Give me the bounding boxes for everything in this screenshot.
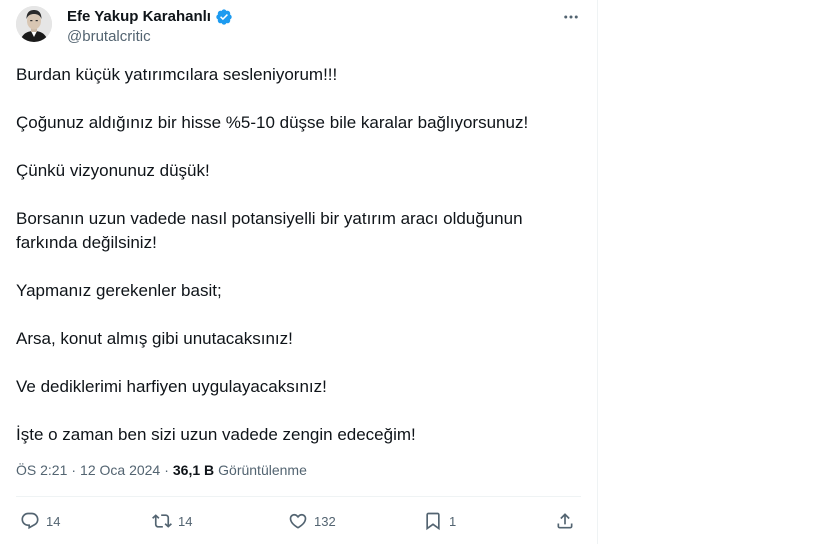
author-handle[interactable]: @brutalcritic	[67, 28, 151, 46]
share-icon	[557, 513, 573, 529]
retweet-icon	[152, 514, 172, 528]
more-horizontal-icon	[564, 15, 578, 19]
retweet-count: 14	[178, 513, 193, 529]
tweet-actions: 14 14 132 1	[0, 508, 597, 534]
reply-button[interactable]: 14	[20, 508, 60, 534]
tweet-paragraph: Ve dediklerimi harfiyen uygulayacaksınız…	[16, 377, 327, 396]
views-count: 36,1 B	[172, 462, 215, 478]
tweet-time[interactable]: ÖS 2:21	[16, 461, 67, 479]
more-options-button[interactable]	[559, 6, 583, 28]
tweet-meta: ÖS 2:21 · 12 Oca 2024 · 36,1 B Görüntüle…	[16, 461, 307, 479]
tweet-text: Burdan küçük yatırımcılara sesleniyorum!…	[16, 63, 576, 471]
reply-icon	[21, 512, 39, 530]
like-button[interactable]: 132	[288, 508, 336, 534]
avatar-photo-icon	[16, 6, 52, 42]
bookmark-count: 1	[449, 513, 457, 529]
tweet-paragraph: Çünkü vizyonunuz düşük!	[16, 161, 210, 180]
retweet-button[interactable]: 14	[152, 508, 192, 534]
reply-count: 14	[46, 513, 61, 529]
divider	[16, 496, 581, 497]
tweet-paragraph: Yapmanız gerekenler basit;	[16, 281, 222, 300]
tweet-card: Efe Yakup Karahanlı @brutalcritic Burdan…	[0, 0, 598, 544]
meta-separator: ·	[71, 462, 77, 478]
avatar[interactable]	[16, 6, 52, 42]
verified-badge-icon	[215, 8, 233, 26]
tweet-paragraph: İşte o zaman ben sizi uzun vadede zengin…	[16, 425, 416, 444]
meta-separator: ·	[164, 462, 169, 478]
author-display-name[interactable]: Efe Yakup Karahanlı	[67, 8, 211, 26]
tweet-paragraph: Arsa, konut almış gibi unutacaksınız!	[16, 329, 293, 348]
share-button[interactable]	[555, 508, 575, 534]
bookmark-button[interactable]: 1	[423, 508, 456, 534]
bookmark-icon	[426, 512, 440, 531]
tweet-date[interactable]: 12 Oca 2024	[80, 461, 160, 479]
tweet-paragraph: Burdan küçük yatırımcılara sesleniyorum!…	[16, 65, 338, 84]
like-count: 132	[314, 513, 336, 529]
tweet-paragraph: Borsanın uzun vadede nasıl potansiyelli …	[16, 209, 523, 252]
tweet-paragraph: Çoğunuz aldığınız bir hisse %5-10 düşse …	[16, 113, 529, 132]
author-name-row: Efe Yakup Karahanlı	[67, 8, 233, 26]
heart-icon	[289, 513, 307, 529]
views-label: Görüntülenme	[218, 462, 307, 478]
